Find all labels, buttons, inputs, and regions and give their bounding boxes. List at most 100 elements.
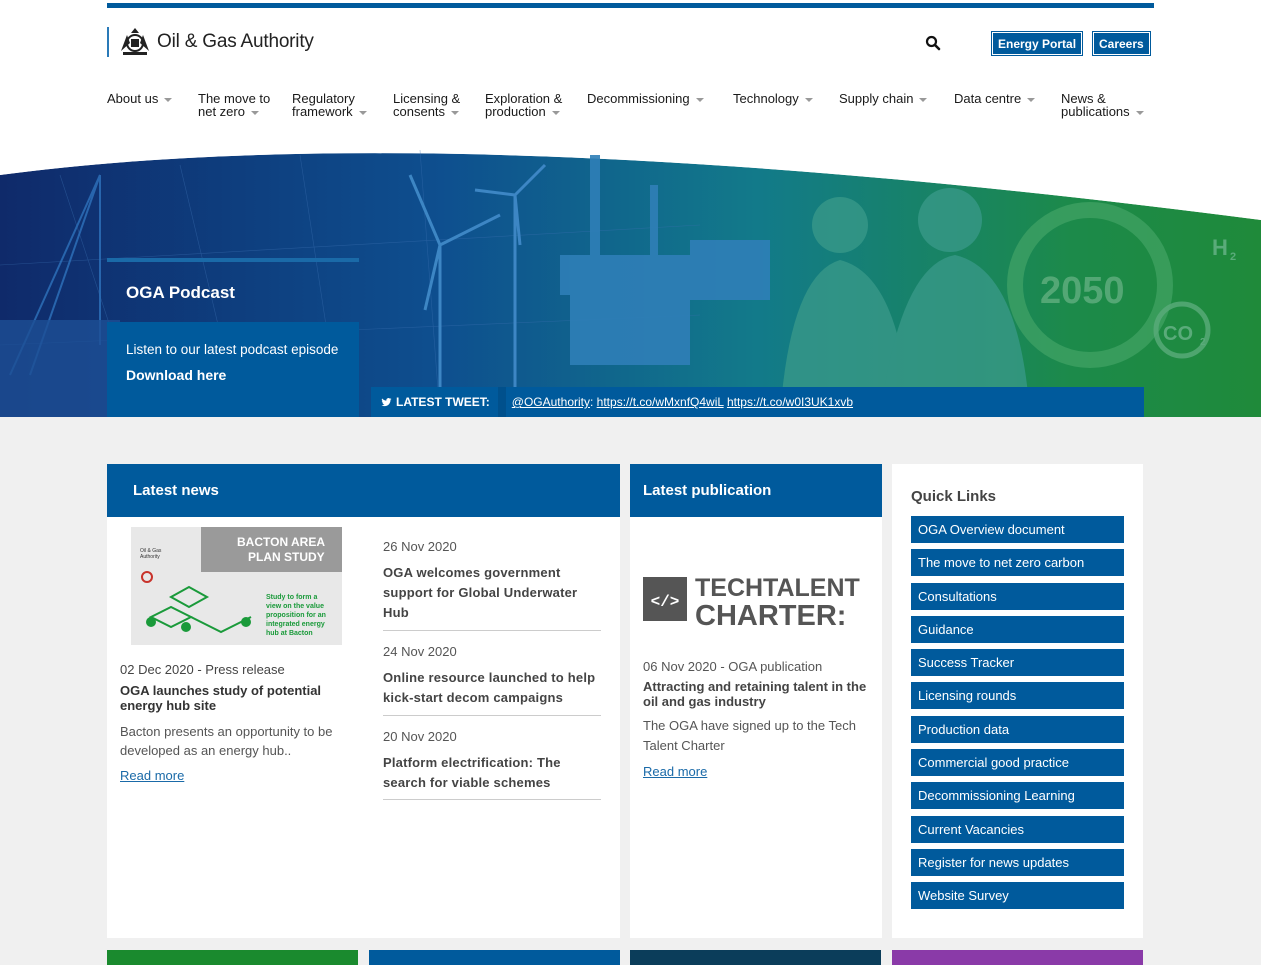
tweet-link-2[interactable]: https://t.co/w0I3UK1xvb: [727, 395, 853, 409]
nav-item-decommissioning[interactable]: Decommissioning: [587, 92, 727, 105]
quick-link-success-tracker[interactable]: Success Tracker: [911, 649, 1124, 677]
nav-label: The move to net zero: [198, 91, 271, 119]
publication-meta: 06 Nov 2020 - OGA publication: [643, 659, 823, 674]
quick-link-production-data[interactable]: Production data: [911, 715, 1124, 743]
chevron-down-icon: [1135, 110, 1144, 115]
nav-item-news[interactable]: News & publications: [1061, 92, 1157, 118]
podcast-description: Listen to our latest podcast episode: [126, 342, 339, 357]
tweet-label-text: LATEST TWEET:: [396, 395, 490, 409]
latest-publication-heading: Latest publication: [630, 464, 882, 517]
search-icon[interactable]: [925, 35, 941, 51]
quick-link-vacancies[interactable]: Current Vacancies: [911, 815, 1124, 843]
quick-link-consultations[interactable]: Consultations: [911, 582, 1124, 610]
nav-label: News & publications: [1061, 91, 1130, 119]
tweet-label: LATEST TWEET:: [371, 387, 506, 417]
publication-read-more-link[interactable]: Read more: [643, 764, 707, 779]
featured-read-more-link[interactable]: Read more: [120, 768, 184, 783]
nav-item-data-centre[interactable]: Data centre: [954, 92, 1054, 105]
news-title: OGA welcomes government support for Glob…: [383, 565, 578, 620]
tweet-text: @OGAuthority: https://t.co/wMxnfQ4wiL ht…: [511, 395, 854, 409]
main-nav: About us The move to net zero Regulatory…: [107, 92, 1157, 132]
quick-link-commercial[interactable]: Commercial good practice: [911, 749, 1124, 777]
nav-item-licensing[interactable]: Licensing & consents: [393, 92, 473, 118]
tech-talent-charter-logo[interactable]: </> TECHTALENT CHARTER:: [643, 569, 873, 629]
twitter-icon: [381, 397, 392, 406]
nav-item-technology[interactable]: Technology: [733, 92, 833, 105]
quick-link-licensing-rounds[interactable]: Licensing rounds: [911, 682, 1124, 710]
download-link[interactable]: Download here: [126, 367, 340, 383]
nav-item-about-us[interactable]: About us: [107, 92, 187, 105]
nav-label: Data centre: [954, 91, 1022, 106]
tweet-link-1[interactable]: https://t.co/wMxnfQ4wiL: [597, 395, 724, 409]
podcast-box: Listen to our latest podcast episode Dow…: [107, 322, 359, 417]
nav-label: Decommissioning: [587, 91, 690, 106]
nav-label: Exploration & production: [485, 91, 563, 119]
page: Oil & Gas Authority Energy Portal Career…: [0, 0, 1261, 965]
quick-link-overview[interactable]: OGA Overview document: [911, 516, 1124, 543]
news-date: 24 Nov 2020: [383, 644, 457, 659]
svg-text:H: H: [1212, 235, 1228, 260]
chevron-down-icon: [358, 110, 367, 115]
featured-news-desc: Bacton presents an opportunity to be dev…: [120, 724, 333, 758]
site-logo[interactable]: Oil & Gas Authority: [107, 27, 314, 57]
chevron-down-icon: [451, 110, 460, 115]
chevron-down-icon: [551, 110, 560, 115]
news-title: Platform electrification: The search for…: [383, 755, 561, 790]
news-title: Online resource launched to help kick-st…: [383, 670, 596, 705]
royal-crest-icon: [121, 28, 149, 55]
nav-label: About us: [107, 91, 159, 106]
careers-button[interactable]: Careers: [1092, 31, 1151, 56]
energy-portal-button[interactable]: Energy Portal: [990, 31, 1084, 56]
quick-links-heading: Quick Links: [911, 488, 997, 505]
promo-tile-blue[interactable]: [369, 950, 620, 965]
nav-label: Licensing & consents: [393, 91, 461, 119]
bacton-study-image[interactable]: Oil & Gas Authority BACTON AREA PLAN STU…: [131, 527, 342, 645]
chevron-down-icon: [164, 97, 173, 102]
news-list-item[interactable]: 24 Nov 2020 Online resource launched to …: [383, 644, 601, 716]
nav-label: Technology: [733, 91, 799, 106]
news-date: 26 Nov 2020: [383, 539, 457, 554]
svg-text:Study to form a: Study to form a: [266, 594, 317, 601]
tweet-handle-link[interactable]: @OGAuthority: [512, 395, 590, 409]
news-list-item[interactable]: 26 Nov 2020 OGA welcomes government supp…: [383, 539, 601, 631]
publication-title[interactable]: Attracting and retaining talent in the o…: [643, 679, 868, 709]
quick-link-register[interactable]: Register for news updates: [911, 848, 1124, 876]
promo-tile-green[interactable]: [107, 950, 358, 965]
svg-text:Authority: Authority: [140, 554, 160, 560]
latest-news-card: Latest news Oil & Gas Authority BACTON A…: [107, 464, 620, 938]
svg-text:proposition for an: proposition for an: [266, 612, 326, 619]
nav-label: Regulatory framework: [292, 91, 355, 119]
svg-text:BACTON AREA: BACTON AREA: [237, 535, 325, 549]
nav-label: Supply chain: [839, 91, 914, 106]
top-accent-bar: [107, 3, 1154, 8]
promo-tile-dark[interactable]: [630, 950, 881, 965]
logo-line-2: CHARTER:: [695, 600, 846, 629]
promo-tile-purple[interactable]: [892, 950, 1143, 965]
svg-text:2: 2: [1230, 251, 1236, 263]
site-header: Oil & Gas Authority Energy Portal Career…: [0, 0, 1261, 150]
news-date: 20 Nov 2020: [383, 729, 457, 744]
svg-text:integrated energy: integrated energy: [266, 621, 325, 628]
news-list-item[interactable]: 20 Nov 2020 Platform electrification: Th…: [383, 729, 601, 800]
latest-tweet-bar: LATEST TWEET: @OGAuthority: https://t.co…: [371, 387, 1144, 417]
quick-link-survey[interactable]: Website Survey: [911, 882, 1124, 910]
featured-news-title[interactable]: OGA launches study of potential energy h…: [120, 683, 345, 713]
year-2050-graphic: 2050: [1040, 270, 1125, 312]
svg-text:CO: CO: [1163, 323, 1193, 345]
featured-news-meta: 02 Dec 2020 - Press release: [120, 662, 285, 677]
latest-publication-card: Latest publication </> TECHTALENT CHARTE…: [630, 464, 882, 938]
logo-line-1: TECHTALENT: [695, 574, 860, 602]
svg-text:view on the value: view on the value: [266, 603, 324, 610]
chevron-down-icon: [804, 97, 813, 102]
nav-item-exploration[interactable]: Exploration & production: [485, 92, 575, 118]
brand-name: Oil & Gas Authority: [157, 31, 314, 52]
quick-link-decom-learning[interactable]: Decommissioning Learning: [911, 782, 1124, 810]
svg-text:</>: </>: [651, 593, 680, 611]
nav-item-net-zero[interactable]: The move to net zero: [198, 92, 283, 118]
quick-link-net-zero[interactable]: The move to net zero carbon: [911, 549, 1124, 577]
quick-link-guidance[interactable]: Guidance: [911, 615, 1124, 643]
chevron-down-icon: [250, 110, 259, 115]
nav-item-supply-chain[interactable]: Supply chain: [839, 92, 949, 105]
nav-item-regulatory[interactable]: Regulatory framework: [292, 92, 377, 118]
podcast-accent-line: [107, 258, 359, 262]
